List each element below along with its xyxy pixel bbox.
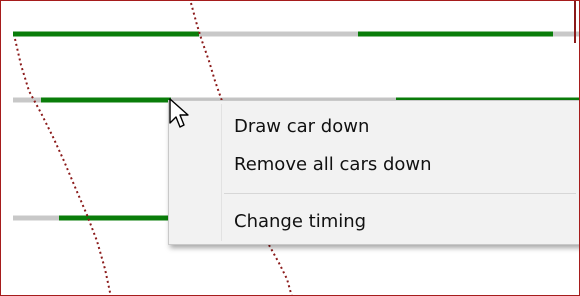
time-path-2b <box>268 244 293 295</box>
timing-diagram-canvas[interactable]: Draw car down Remove all cars down Chang… <box>0 0 580 296</box>
time-path-1 <box>14 38 112 295</box>
context-menu: Draw car down Remove all cars down Chang… <box>168 100 579 245</box>
time-path-2 <box>190 2 223 102</box>
menu-item-change-timing[interactable]: Change timing <box>172 205 579 239</box>
menu-item-remove-all-cars-down[interactable]: Remove all cars down <box>172 148 579 182</box>
menu-separator <box>224 193 576 194</box>
menu-item-draw-car-down[interactable]: Draw car down <box>172 110 579 144</box>
mouse-pointer-icon <box>169 98 189 128</box>
